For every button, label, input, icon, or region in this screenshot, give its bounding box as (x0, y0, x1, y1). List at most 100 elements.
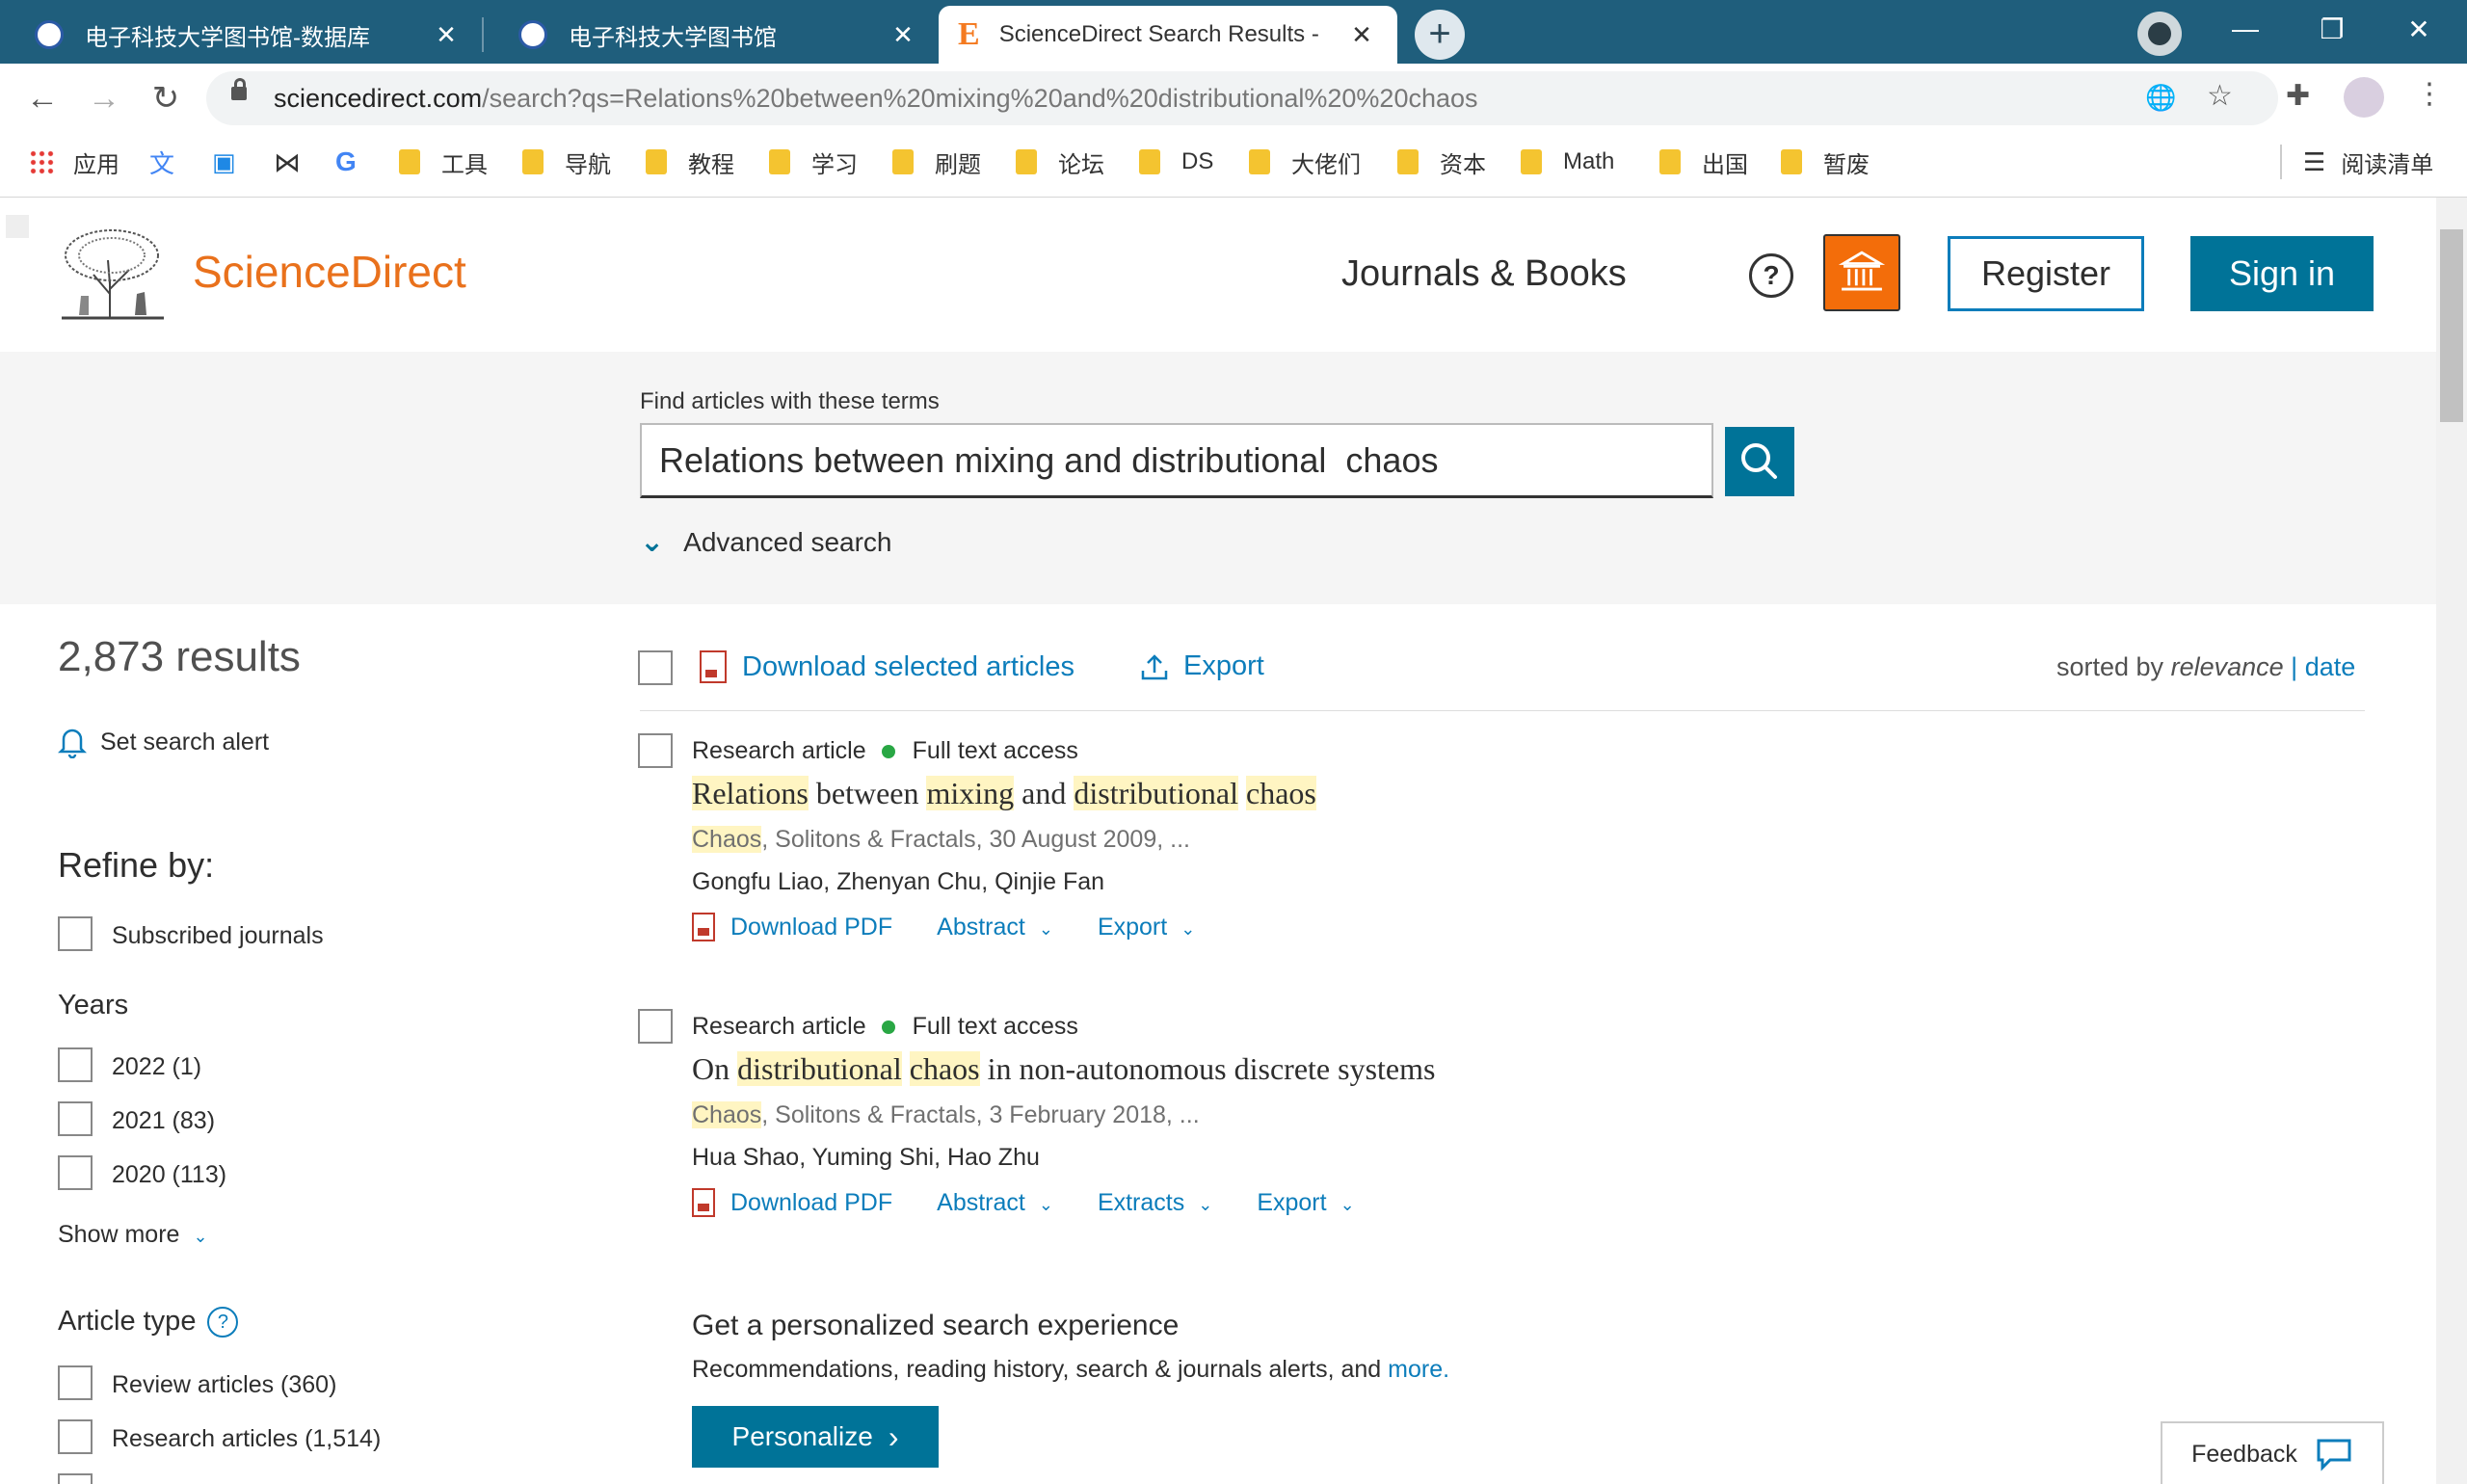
bookmark-folder-tools[interactable]: 工具 (399, 133, 488, 191)
bookmark-apps[interactable]: 应用 (29, 133, 119, 191)
bilibili-icon[interactable]: ▣ (212, 133, 236, 191)
close-tab-icon[interactable]: ✕ (1347, 20, 1376, 50)
year-2021-checkbox[interactable] (58, 1101, 93, 1136)
result-title-link[interactable]: Relations between mixing and distributio… (692, 776, 1316, 811)
sort-date[interactable]: date (2305, 652, 2356, 681)
chevron-down-icon: ⌄ (1038, 918, 1053, 939)
abstract-toggle[interactable]: Abstract ⌄ (937, 1189, 1053, 1217)
bookmark-star-icon[interactable]: ☆ (2207, 79, 2233, 113)
download-selected-articles[interactable]: Download selected articles (700, 650, 1074, 683)
sign-in-button[interactable]: Sign in (2190, 236, 2374, 311)
select-all-checkbox[interactable] (638, 650, 673, 685)
reading-list[interactable]: ☰ 阅读清单 (2303, 133, 2433, 191)
help-icon[interactable]: ? (1749, 253, 1793, 298)
address-bar[interactable]: sciencedirect.com/search?qs=Relations%20… (206, 71, 2278, 125)
export-toggle[interactable]: Export ⌄ (1098, 914, 1195, 941)
year-filter-label: 2020 (113) (112, 1161, 227, 1188)
years-heading: Years (58, 990, 129, 1020)
research-articles-checkbox[interactable] (58, 1419, 93, 1454)
sort-controls: sorted by relevance | date (2056, 652, 2356, 681)
bookmark-folder-abroad[interactable]: 出国 (1659, 133, 1748, 191)
article-type-checkbox[interactable] (58, 1473, 93, 1484)
search-input[interactable]: Relations between mixing and distributio… (640, 423, 1713, 498)
advanced-search-toggle[interactable]: ⌄ Advanced search (640, 525, 892, 559)
export-toggle[interactable]: Export ⌄ (1257, 1189, 1354, 1217)
scrollbar-thumb[interactable] (2440, 229, 2463, 422)
restore-icon[interactable]: ❐ (2294, 0, 2371, 58)
bookmark-folder-archived[interactable]: 暂废 (1781, 133, 1870, 191)
year-filter-label: 2021 (83) (112, 1107, 216, 1134)
apps-grid-icon (29, 149, 54, 174)
elsevier-tree-logo[interactable] (60, 226, 166, 321)
extracts-toggle[interactable]: Extracts ⌄ (1098, 1189, 1212, 1217)
more-link[interactable]: more. (1388, 1356, 1449, 1383)
bookmark-folder-capital[interactable]: 资本 (1397, 133, 1486, 191)
tab-sciencedirect[interactable]: E ScienceDirect Search Results - ✕ (939, 6, 1397, 64)
download-pdf-link[interactable]: Download PDF (692, 913, 892, 941)
back-icon[interactable]: ← (12, 64, 73, 133)
folder-icon (892, 149, 914, 174)
year-2022-checkbox[interactable] (58, 1047, 93, 1082)
translate-bookmark-icon[interactable]: 文 (149, 133, 174, 191)
minimize-icon[interactable]: — (2207, 0, 2284, 58)
bookmark-folder-experts[interactable]: 大佬们 (1249, 133, 1361, 191)
journals-books-link[interactable]: Journals & Books (1341, 253, 1627, 295)
google-icon[interactable]: G (335, 133, 357, 191)
year-2020-checkbox[interactable] (58, 1155, 93, 1190)
bookmark-folder-forum[interactable]: 论坛 (1016, 133, 1104, 191)
translate-icon[interactable]: 🌐 (2145, 83, 2176, 113)
url-text[interactable]: sciencedirect.com/search?qs=Relations%20… (274, 71, 1478, 125)
folder-icon (1397, 149, 1419, 174)
folder-icon (1016, 149, 1037, 174)
personalize-button[interactable]: Personalize › (692, 1406, 939, 1468)
article-type-label: Review articles (360) (112, 1371, 337, 1398)
new-tab-button[interactable]: + (1415, 10, 1465, 60)
lock-icon[interactable] (231, 78, 247, 100)
bookmark-folder-practice[interactable]: 刷题 (892, 133, 981, 191)
results-count: 2,873 results (58, 633, 301, 680)
tab-library-database[interactable]: 电子科技大学图书馆-数据库 ✕ (0, 6, 482, 64)
result-actions: Download PDF Abstract ⌄ Extracts ⌄ Export ⌄ (692, 1188, 1355, 1217)
close-tab-icon[interactable]: ✕ (432, 20, 461, 50)
divider (640, 710, 2365, 711)
result-meta: Research article Full text access (692, 737, 1078, 764)
bookmark-folder-study[interactable]: 学习 (769, 133, 858, 191)
bookmark-folder-tutorials[interactable]: 教程 (646, 133, 734, 191)
tab-search-icon[interactable] (2137, 12, 2182, 56)
review-articles-checkbox[interactable] (58, 1365, 93, 1400)
result-authors: Gongfu Liao, Zhenyan Chu, Qinjie Fan (692, 868, 1105, 895)
butterfly-icon[interactable]: ⋈ (274, 133, 301, 191)
info-icon[interactable]: ? (207, 1306, 239, 1338)
sort-relevance[interactable]: relevance (2171, 652, 2284, 681)
bookmark-folder-math[interactable]: Math (1521, 133, 1614, 191)
result-checkbox[interactable] (638, 1009, 673, 1044)
register-button[interactable]: Register (1948, 236, 2144, 311)
institution-building-icon (1838, 251, 1886, 291)
export-button[interactable]: Export (1139, 650, 1264, 682)
bookmark-folder-nav[interactable]: 导航 (522, 133, 611, 191)
forward-icon[interactable]: → (73, 64, 135, 133)
reload-icon[interactable]: ↻ (135, 64, 197, 133)
subscribed-journals-checkbox[interactable] (58, 916, 93, 951)
full-access-dot-icon (881, 1020, 895, 1034)
close-tab-icon[interactable]: ✕ (889, 20, 917, 50)
sciencedirect-brand[interactable]: ScienceDirect (193, 246, 466, 298)
feedback-button[interactable]: Feedback (2161, 1421, 2384, 1484)
university-favicon-icon (35, 20, 64, 49)
abstract-toggle[interactable]: Abstract ⌄ (937, 914, 1053, 941)
download-pdf-link[interactable]: Download PDF (692, 1188, 892, 1217)
close-window-icon[interactable]: ✕ (2380, 0, 2457, 58)
institution-icon[interactable] (1823, 234, 1900, 311)
menu-icon[interactable]: ⋮ (2415, 77, 2444, 111)
folder-icon (769, 149, 790, 174)
bookmark-folder-ds[interactable]: DS (1139, 133, 1213, 191)
show-more-years[interactable]: Show more ⌄ (58, 1221, 208, 1249)
search-button[interactable] (1725, 427, 1794, 496)
result-checkbox[interactable] (638, 733, 673, 768)
profile-avatar[interactable] (2344, 77, 2384, 118)
extensions-icon[interactable]: ✚ (2286, 79, 2310, 113)
result-meta: Research article Full text access (692, 1013, 1078, 1040)
tab-library[interactable]: 电子科技大学图书馆 ✕ (484, 6, 939, 64)
set-search-alert[interactable]: Set search alert (58, 726, 269, 758)
result-title-link[interactable]: On distributional chaos in non-autonomou… (692, 1051, 1435, 1087)
